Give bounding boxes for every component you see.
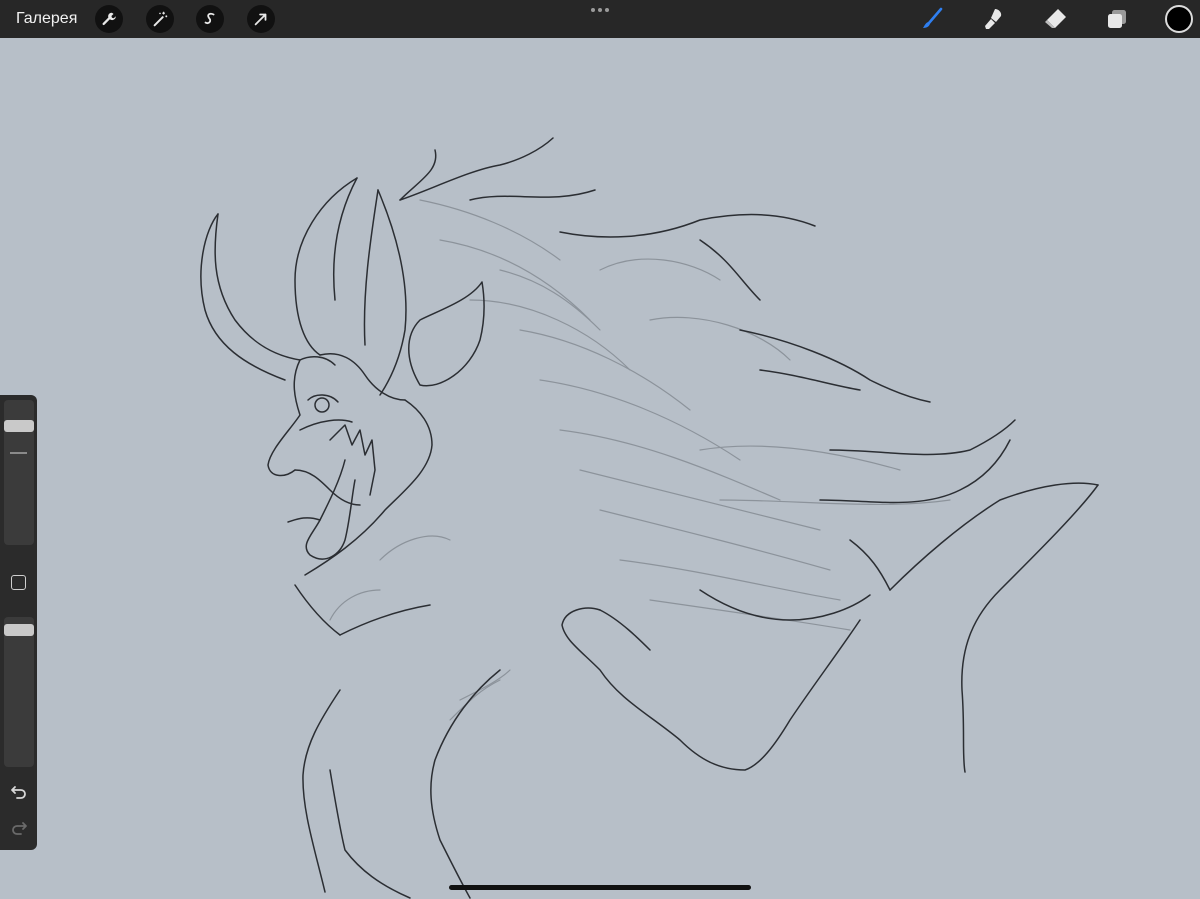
slider-tick [10, 452, 27, 454]
layers-icon [1108, 10, 1126, 28]
line-art [200, 137, 1099, 899]
gallery-button[interactable]: Галерея [16, 9, 77, 29]
color-picker-button[interactable] [1165, 5, 1193, 33]
brush-size-slider[interactable] [4, 400, 34, 545]
undo-icon[interactable] [9, 781, 29, 801]
brush-size-thumb[interactable] [4, 419, 34, 432]
adjustments-button[interactable] [146, 5, 174, 33]
square-icon[interactable] [11, 575, 26, 590]
eraser-tool-button[interactable] [1042, 5, 1070, 33]
magic-wand-icon [153, 11, 168, 27]
smudge-icon [985, 9, 1002, 29]
redo-icon[interactable] [9, 817, 29, 837]
transform-button[interactable] [247, 5, 275, 33]
fur-sketch-lines [329, 199, 951, 721]
drawing-canvas[interactable] [0, 38, 1200, 899]
three-dots-icon[interactable] [590, 7, 610, 13]
brush-icon [923, 7, 943, 28]
opacity-slider[interactable] [4, 617, 34, 767]
brush-tool-button[interactable] [918, 5, 946, 33]
layers-button[interactable] [1103, 5, 1131, 33]
smudge-tool-button[interactable] [980, 5, 1008, 33]
actions-button[interactable] [95, 5, 123, 33]
home-indicator[interactable] [449, 885, 751, 890]
selection-s-icon [204, 12, 215, 24]
wrench-icon [102, 12, 116, 26]
opacity-thumb[interactable] [4, 623, 34, 636]
arrow-transform-icon [254, 13, 267, 26]
brush-sidebar [0, 395, 37, 850]
top-toolbar: Галерея [0, 0, 1200, 38]
selection-button[interactable] [196, 5, 224, 33]
eraser-icon [1045, 9, 1066, 28]
